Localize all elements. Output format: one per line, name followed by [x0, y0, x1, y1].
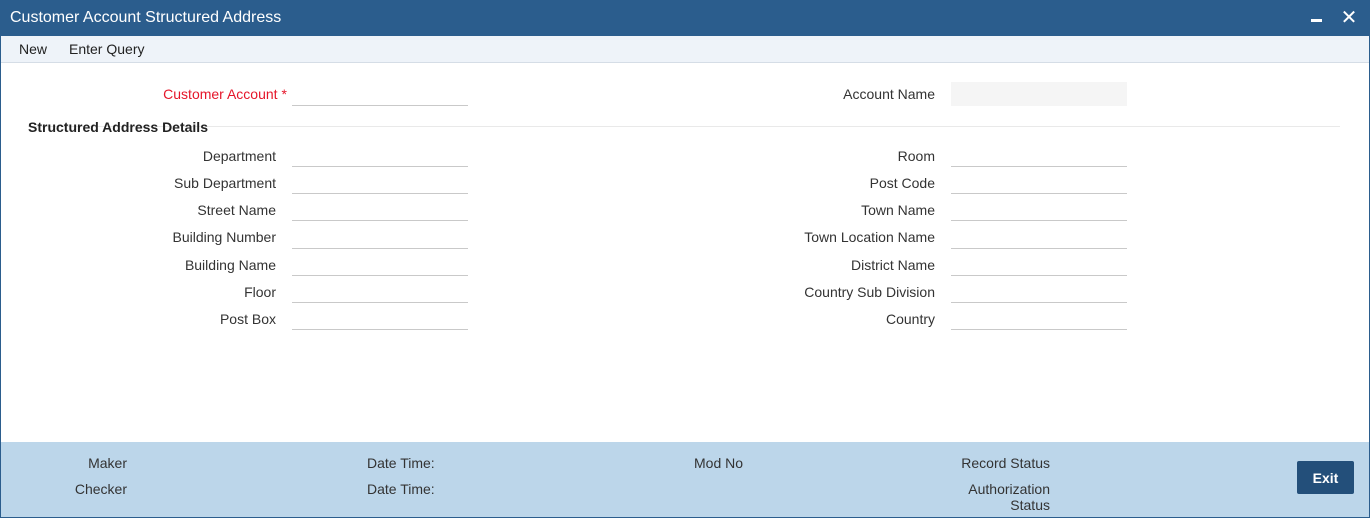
room-label: Room [897, 148, 935, 164]
country-label: Country [885, 311, 935, 327]
maker-date-time-label: Date Time: [367, 455, 435, 471]
building-name-input[interactable] [292, 252, 468, 276]
minimize-icon[interactable] [1305, 5, 1329, 31]
customer-account-label-text: Customer Account [163, 86, 278, 102]
toolbar: New Enter Query [1, 36, 1369, 63]
section-divider [28, 126, 1340, 127]
town-name-input[interactable] [951, 197, 1127, 221]
country-sub-division-label: Country Sub Division [804, 284, 935, 300]
street-name-label: Street Name [197, 202, 276, 218]
required-marker: * [281, 86, 287, 102]
department-input[interactable] [292, 143, 468, 167]
post-box-input[interactable] [292, 306, 468, 330]
post-box-label: Post Box [219, 311, 276, 327]
customer-account-structured-address-window: Customer Account Structured Address ✕ Ne… [0, 0, 1370, 518]
title-bar[interactable]: Customer Account Structured Address ✕ [1, 1, 1369, 36]
maker-label: Maker [88, 455, 127, 471]
account-name-label: Account Name [843, 86, 935, 102]
country-input[interactable] [951, 306, 1127, 330]
sub-department-label: Sub Department [174, 175, 276, 191]
enter-query-button[interactable]: Enter Query [69, 41, 144, 57]
district-name-label: District Name [850, 257, 935, 273]
authorization-status-label-line1: Authorization [968, 481, 1050, 497]
checker-label: Checker [74, 481, 127, 497]
customer-account-input[interactable] [292, 82, 468, 106]
sub-department-input[interactable] [292, 170, 468, 194]
record-status-label: Record Status [961, 455, 1050, 471]
authorization-status-label-line2: Status [1010, 497, 1050, 513]
audit-footer [1, 442, 1369, 517]
town-location-name-label: Town Location Name [804, 229, 935, 245]
department-label: Department [202, 148, 276, 164]
exit-button[interactable]: Exit [1297, 461, 1354, 494]
room-input[interactable] [951, 143, 1127, 167]
country-sub-division-input[interactable] [951, 279, 1127, 303]
mod-no-label: Mod No [694, 455, 744, 471]
post-code-input[interactable] [951, 170, 1127, 194]
new-button[interactable]: New [19, 41, 47, 57]
window-title: Customer Account Structured Address [10, 9, 282, 26]
town-name-label: Town Name [861, 202, 935, 218]
building-name-label: Building Name [184, 257, 276, 273]
street-name-input[interactable] [292, 197, 468, 221]
close-icon[interactable]: ✕ [1337, 5, 1361, 31]
floor-input[interactable] [292, 279, 468, 303]
floor-label: Floor [244, 284, 276, 300]
checker-date-time-label: Date Time: [367, 481, 435, 497]
building-number-label: Building Number [172, 229, 277, 245]
account-name-field [951, 82, 1127, 106]
post-code-label: Post Code [869, 175, 935, 191]
structured-address-details-heading: Structured Address Details [28, 119, 208, 135]
district-name-input[interactable] [951, 252, 1127, 276]
building-number-input[interactable] [292, 225, 468, 249]
town-location-name-input[interactable] [951, 225, 1127, 249]
customer-account-label: Customer Account * [163, 86, 287, 102]
